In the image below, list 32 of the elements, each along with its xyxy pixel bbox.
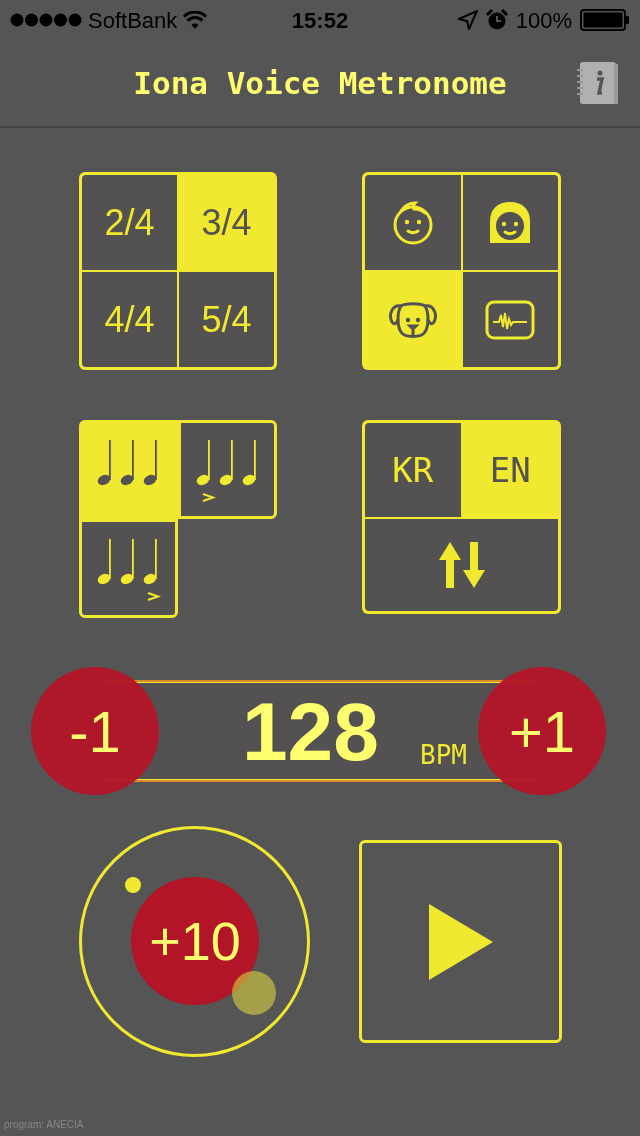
app-title: Iona Voice Metronome xyxy=(133,63,507,103)
info-book-icon xyxy=(576,60,620,106)
time-signature-option[interactable]: 2/4 xyxy=(82,175,177,270)
dial-ring[interactable]: +10 xyxy=(79,826,310,1057)
time-signature-option[interactable]: 5/4 xyxy=(179,272,274,367)
tempo-unit: BPM xyxy=(420,742,467,768)
swap-arrows-icon xyxy=(437,542,486,588)
voice-option[interactable] xyxy=(365,175,461,270)
plus-ten-button[interactable]: +10 xyxy=(131,877,259,1005)
accent-option[interactable] xyxy=(178,420,277,519)
location-arrow-icon xyxy=(457,10,478,30)
play-icon xyxy=(426,903,495,980)
signal-icon xyxy=(10,13,82,27)
tempo-value: 128 xyxy=(242,684,379,779)
carrier-name: SoftBank xyxy=(88,6,178,35)
play-button[interactable] xyxy=(359,840,562,1043)
swap-button[interactable] xyxy=(365,519,558,611)
voice-option[interactable] xyxy=(462,175,558,270)
plus-one-button[interactable]: +1 xyxy=(478,667,606,795)
battery-icon xyxy=(580,9,630,31)
language-option[interactable]: KR xyxy=(365,423,461,517)
accent-option[interactable] xyxy=(79,519,178,618)
voice-option[interactable] xyxy=(462,272,558,367)
wifi-icon xyxy=(183,11,208,29)
clock-time: 15:52 xyxy=(291,6,349,35)
alarm-clock-icon xyxy=(485,9,508,31)
accent-option[interactable] xyxy=(79,420,178,519)
minus-one-button[interactable]: -1 xyxy=(31,667,159,795)
battery-percent: 100% xyxy=(515,6,572,35)
info-book-button[interactable] xyxy=(576,60,620,106)
dial-handle[interactable] xyxy=(232,971,276,1015)
time-signature-option[interactable]: 4/4 xyxy=(82,272,177,367)
